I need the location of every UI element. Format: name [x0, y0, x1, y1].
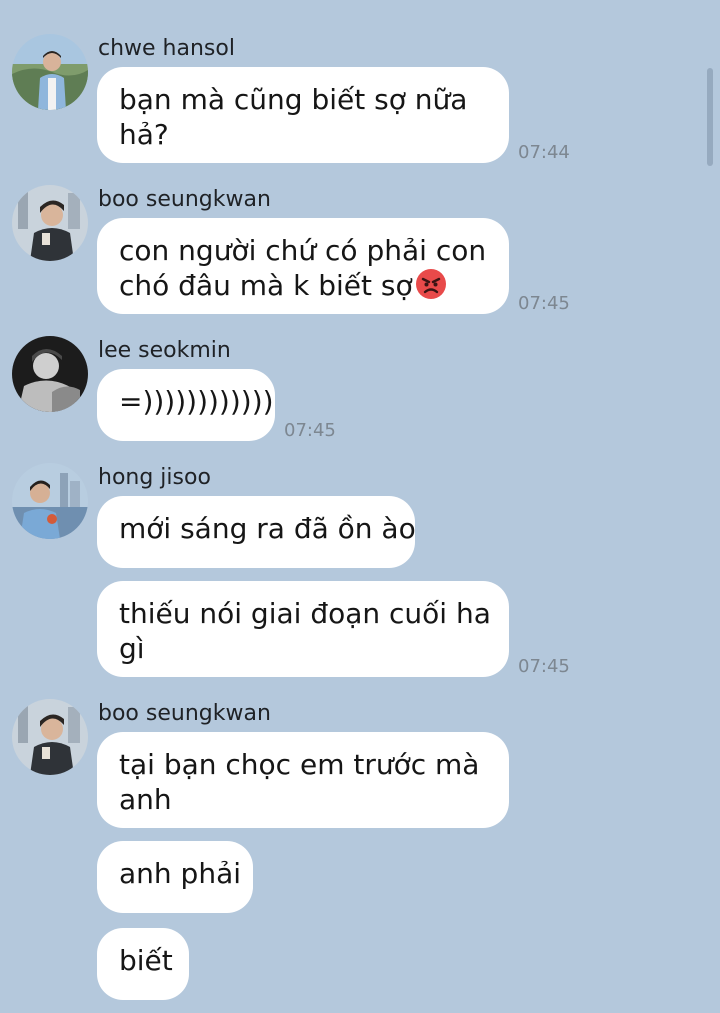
message-text: =)))))))))))): [119, 385, 274, 418]
message-bubble[interactable]: mới sáng ra đã ồn ào: [97, 496, 416, 568]
message-text: biết: [119, 944, 173, 977]
avatar-seokmin[interactable]: [12, 336, 88, 412]
scrollbar[interactable]: [707, 68, 713, 166]
message-text: chó đâu mà k biết sợ: [119, 269, 413, 302]
message-bubble[interactable]: bạn mà cũng biết sợ nữa hả?: [97, 67, 509, 163]
sender-name: lee seokmin: [98, 338, 231, 363]
message-text: hả?: [119, 118, 169, 151]
message-text: anh: [119, 783, 172, 816]
message-timestamp: 07:45: [518, 656, 570, 677]
message-text: thiếu nói giai đoạn cuối ha: [119, 597, 491, 630]
avatar-hansol[interactable]: [12, 34, 88, 110]
sender-name: hong jisoo: [98, 465, 211, 490]
message-text: con người chứ có phải con: [119, 234, 487, 267]
message-bubble[interactable]: thiếu nói giai đoạn cuối ha gì: [97, 581, 509, 677]
message-text: gì: [119, 632, 145, 665]
message-timestamp: 07:45: [284, 420, 336, 441]
message-bubble[interactable]: anh phải: [97, 841, 253, 913]
message-bubble[interactable]: =)))))))))))): [97, 369, 275, 441]
sender-name: chwe hansol: [98, 36, 235, 61]
message-bubble[interactable]: biết: [97, 928, 189, 1000]
message-text: bạn mà cũng biết sợ nữa: [119, 83, 468, 116]
message-text: mới sáng ra đã ồn ào: [119, 512, 416, 545]
message-text: anh phải: [119, 857, 242, 890]
chat-view[interactable]: chwe hansol bạn mà cũng biết sợ nữa hả? …: [0, 0, 720, 1013]
angry-face-icon: [415, 268, 447, 308]
message-timestamp: 07:44: [518, 142, 570, 163]
sender-name: boo seungkwan: [98, 701, 271, 726]
message-bubble[interactable]: tại bạn chọc em trước mà anh: [97, 732, 509, 828]
sender-name: boo seungkwan: [98, 187, 271, 212]
avatar-seungkwan[interactable]: [12, 185, 88, 261]
message-bubble[interactable]: con người chứ có phải con chó đâu mà k b…: [97, 218, 509, 314]
message-text: tại bạn chọc em trước mà: [119, 748, 480, 781]
avatar-seungkwan[interactable]: [12, 699, 88, 775]
message-timestamp: 07:45: [518, 293, 570, 314]
avatar-jisoo[interactable]: [12, 463, 88, 539]
